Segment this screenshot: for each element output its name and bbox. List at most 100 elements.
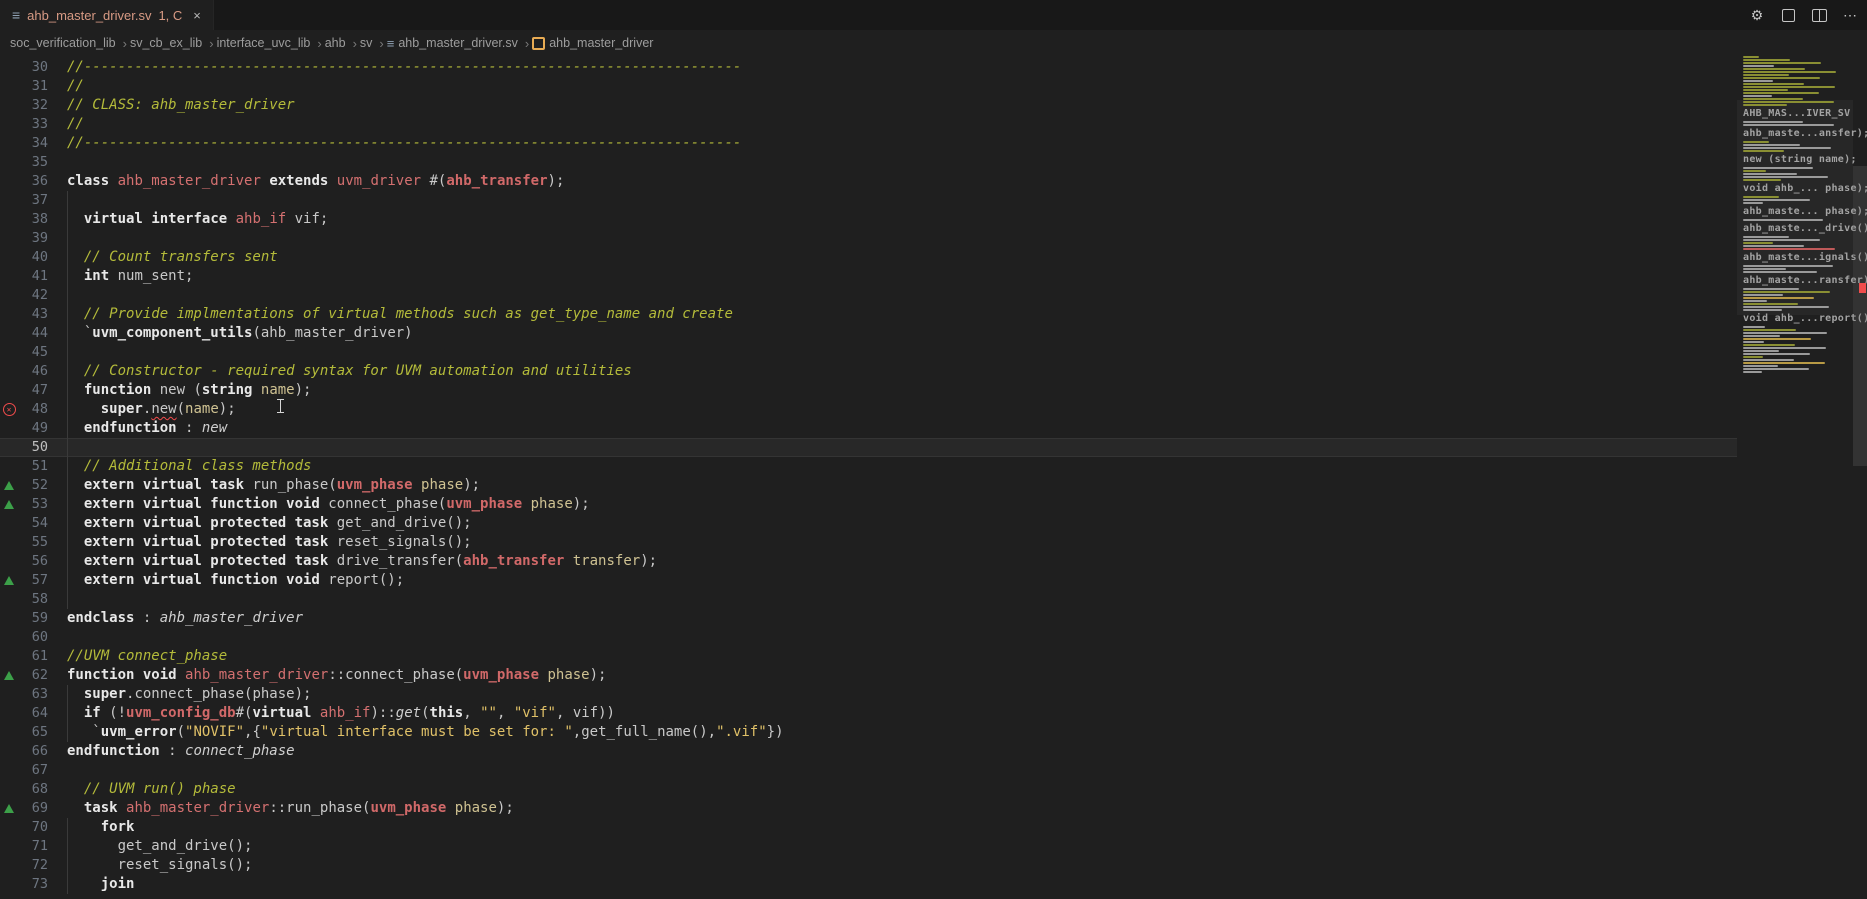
gutter[interactable] xyxy=(0,286,18,305)
gutter-arrow[interactable] xyxy=(0,799,18,818)
line-content[interactable]: fork xyxy=(67,818,134,837)
line-number[interactable]: 62 xyxy=(18,666,48,685)
tab-ahb-master-driver[interactable]: ≡ ahb_master_driver.sv 1, C × xyxy=(0,0,214,30)
code-line[interactable]: 51 // Additional class methods xyxy=(0,457,1737,476)
code-line[interactable]: 63 super.connect_phase(phase); xyxy=(0,685,1737,704)
line-number[interactable]: 40 xyxy=(18,248,48,267)
gutter-arrow[interactable] xyxy=(0,495,18,514)
code-line[interactable]: 47 function new (string name); xyxy=(0,381,1737,400)
line-number[interactable]: 53 xyxy=(18,495,48,514)
code-line[interactable]: 58 xyxy=(0,590,1737,609)
gutter[interactable] xyxy=(0,229,18,248)
gutter[interactable] xyxy=(0,58,18,77)
layout-icon[interactable] xyxy=(1779,6,1797,24)
line-content[interactable]: //--------------------------------------… xyxy=(67,58,741,77)
line-number[interactable]: 45 xyxy=(18,343,48,362)
line-number[interactable]: 49 xyxy=(18,419,48,438)
line-number[interactable]: 37 xyxy=(18,191,48,210)
line-number[interactable]: 32 xyxy=(18,96,48,115)
gutter[interactable] xyxy=(0,875,18,894)
gutter[interactable] xyxy=(0,628,18,647)
line-number[interactable]: 48 xyxy=(18,400,48,419)
breadcrumb-item-sv[interactable]: sv› xyxy=(360,36,384,51)
line-number[interactable]: 72 xyxy=(18,856,48,875)
line-number[interactable]: 52 xyxy=(18,476,48,495)
more-actions-icon[interactable]: ⋯ xyxy=(1841,6,1859,24)
line-number[interactable]: 66 xyxy=(18,742,48,761)
close-icon[interactable]: × xyxy=(193,8,201,23)
line-content[interactable]: // Count transfers sent xyxy=(67,248,278,267)
gutter[interactable] xyxy=(0,457,18,476)
line-content[interactable]: endclass : ahb_master_driver xyxy=(67,609,303,628)
code-line[interactable]: 52 extern virtual task run_phase(uvm_pha… xyxy=(0,476,1737,495)
line-number[interactable]: 69 xyxy=(18,799,48,818)
line-number[interactable]: 54 xyxy=(18,514,48,533)
line-number[interactable]: 61 xyxy=(18,647,48,666)
code-line[interactable]: 61//UVM connect_phase xyxy=(0,647,1737,666)
split-editor-icon[interactable] xyxy=(1810,6,1828,24)
gutter[interactable] xyxy=(0,837,18,856)
code-line[interactable]: 67 xyxy=(0,761,1737,780)
line-content[interactable]: function new (string name); xyxy=(67,381,311,400)
gutter[interactable] xyxy=(0,818,18,837)
line-content[interactable]: `uvm_component_utils(ahb_master_driver) xyxy=(67,324,413,343)
gutter[interactable] xyxy=(0,723,18,742)
breadcrumb-item-ahb-master-driver[interactable]: ahb_master_driver xyxy=(532,36,653,50)
line-content[interactable]: if (!uvm_config_db#(virtual ahb_if)::get… xyxy=(67,704,615,723)
code-line[interactable]: 73 join xyxy=(0,875,1737,894)
line-content[interactable]: function void ahb_master_driver::connect… xyxy=(67,666,606,685)
code-line[interactable]: 43 // Provide implmentations of virtual … xyxy=(0,305,1737,324)
code-line[interactable]: 30//------------------------------------… xyxy=(0,58,1737,77)
line-content[interactable]: extern virtual protected task reset_sign… xyxy=(67,533,472,552)
line-content[interactable]: class ahb_master_driver extends uvm_driv… xyxy=(67,172,564,191)
code-line[interactable]: 53 extern virtual function void connect_… xyxy=(0,495,1737,514)
code-line[interactable]: 69 task ahb_master_driver::run_phase(uvm… xyxy=(0,799,1737,818)
gutter[interactable] xyxy=(0,381,18,400)
line-content[interactable]: task ahb_master_driver::run_phase(uvm_ph… xyxy=(67,799,514,818)
breadcrumb-item-ahb[interactable]: ahb› xyxy=(325,36,357,51)
gutter[interactable] xyxy=(0,191,18,210)
gutter[interactable] xyxy=(0,685,18,704)
line-content[interactable]: reset_signals(); xyxy=(67,856,252,875)
line-content[interactable]: endfunction : new xyxy=(67,419,227,438)
code-line[interactable]: 54 extern virtual protected task get_and… xyxy=(0,514,1737,533)
line-content[interactable]: // UVM run() phase xyxy=(67,780,236,799)
gutter-error[interactable]: ✕ xyxy=(0,400,18,419)
line-number[interactable]: 46 xyxy=(18,362,48,381)
line-content[interactable]: //--------------------------------------… xyxy=(67,134,741,153)
line-content[interactable]: virtual interface ahb_if vif; xyxy=(67,210,328,229)
gutter[interactable] xyxy=(0,742,18,761)
gutter[interactable] xyxy=(0,248,18,267)
breadcrumb-item-sv-cb-ex-lib[interactable]: sv_cb_ex_lib› xyxy=(130,36,214,51)
gutter[interactable] xyxy=(0,419,18,438)
line-number[interactable]: 57 xyxy=(18,571,48,590)
line-content[interactable]: get_and_drive(); xyxy=(67,837,252,856)
code-line[interactable]: 46 // Constructor - required syntax for … xyxy=(0,362,1737,381)
code-line[interactable]: 31// xyxy=(0,77,1737,96)
code-line[interactable]: 36class ahb_master_driver extends uvm_dr… xyxy=(0,172,1737,191)
line-number[interactable]: 43 xyxy=(18,305,48,324)
gutter[interactable] xyxy=(0,172,18,191)
line-content[interactable]: super.new(name); xyxy=(67,400,236,419)
gutter[interactable] xyxy=(0,438,18,457)
gutter-arrow[interactable] xyxy=(0,476,18,495)
minimap[interactable]: AHB_MAS...IVER_SVahb_maste...ansfer);new… xyxy=(1737,56,1853,374)
code-line[interactable]: 60 xyxy=(0,628,1737,647)
gutter[interactable] xyxy=(0,647,18,666)
line-number[interactable]: 35 xyxy=(18,153,48,172)
code-line[interactable]: 35 xyxy=(0,153,1737,172)
gutter[interactable] xyxy=(0,856,18,875)
code-line[interactable]: 45 xyxy=(0,343,1737,362)
gutter[interactable] xyxy=(0,210,18,229)
line-content[interactable]: `uvm_error("NOVIF",{"virtual interface m… xyxy=(67,723,784,742)
line-number[interactable]: 39 xyxy=(18,229,48,248)
line-number[interactable]: 33 xyxy=(18,115,48,134)
code-line[interactable]: 37 xyxy=(0,191,1737,210)
gutter[interactable] xyxy=(0,343,18,362)
gutter-arrow[interactable] xyxy=(0,666,18,685)
line-number[interactable]: 60 xyxy=(18,628,48,647)
gutter[interactable] xyxy=(0,96,18,115)
line-number[interactable]: 59 xyxy=(18,609,48,628)
line-number[interactable]: 34 xyxy=(18,134,48,153)
line-content[interactable]: extern virtual function void report(); xyxy=(67,571,404,590)
